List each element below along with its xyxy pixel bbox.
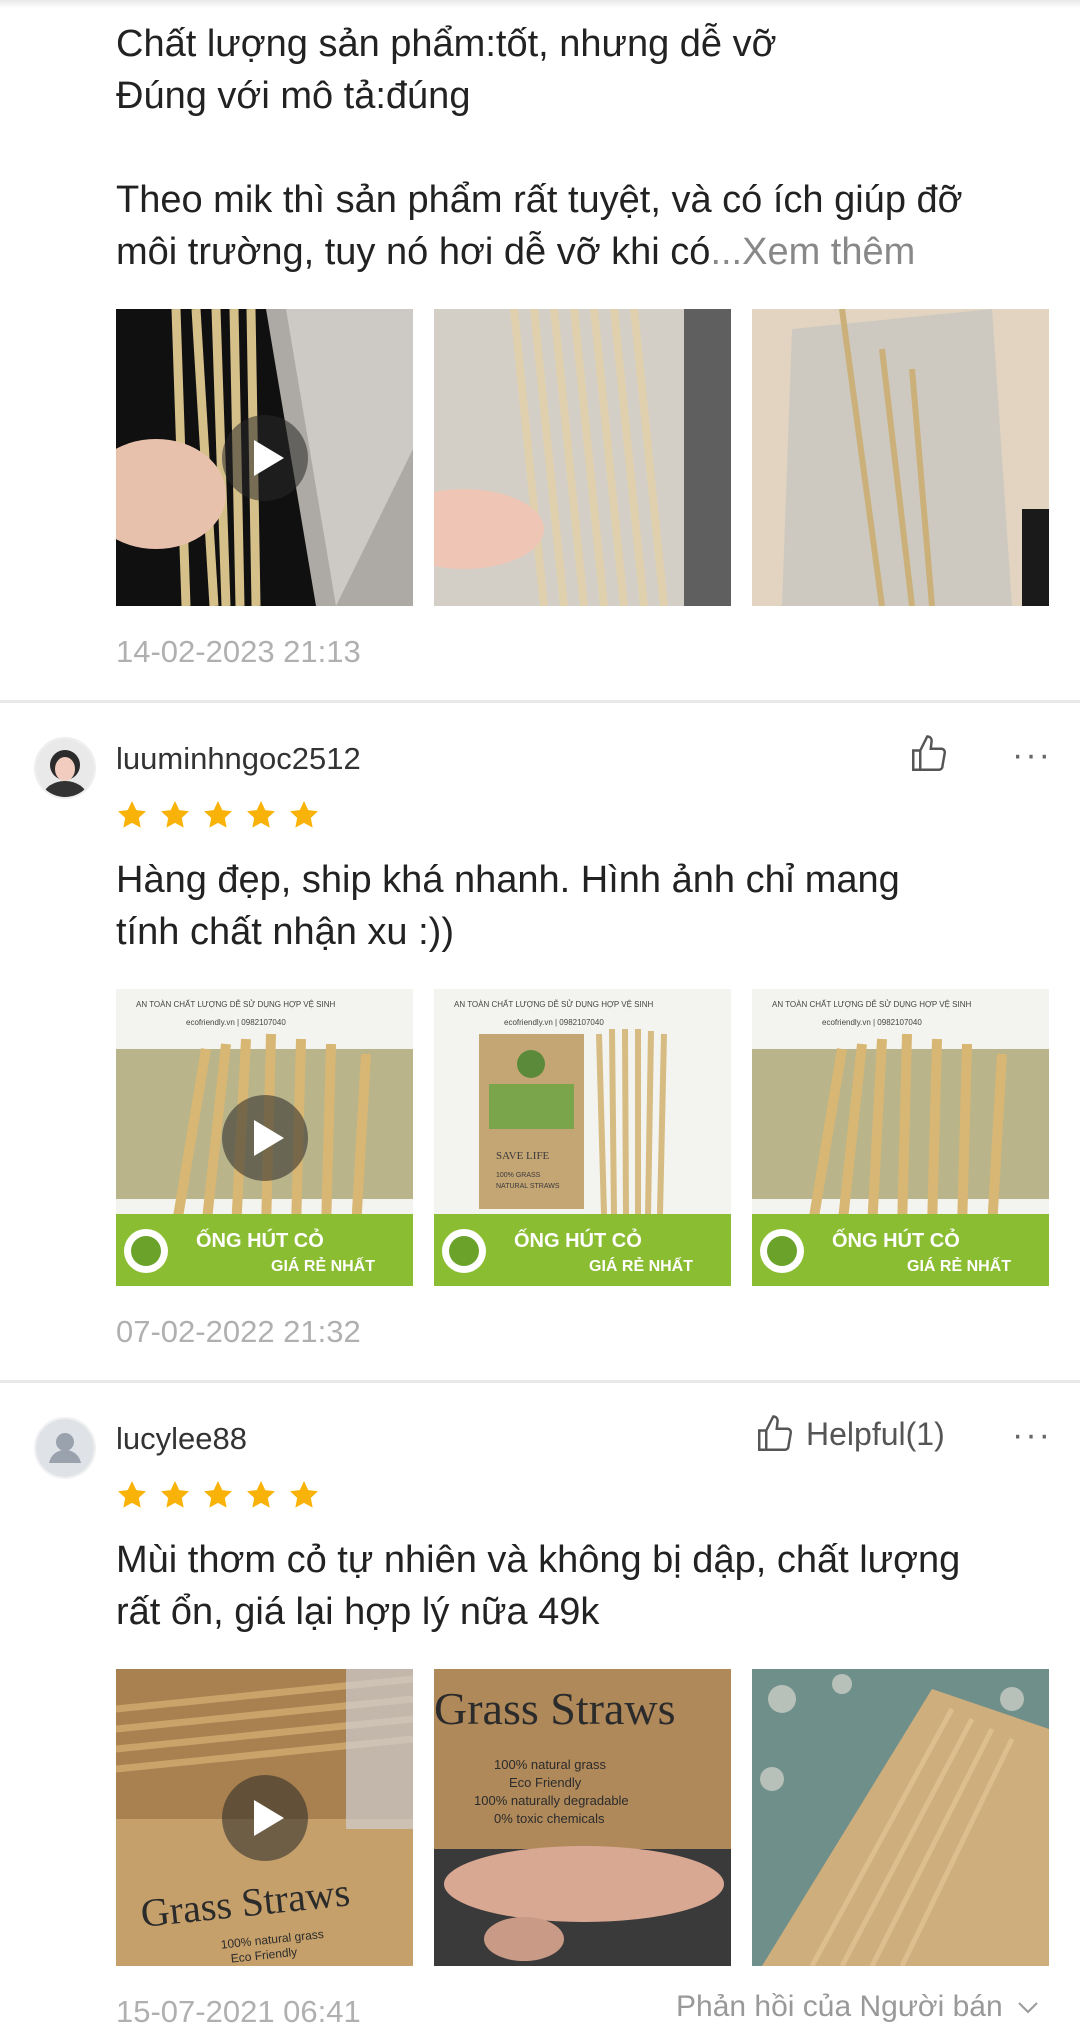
- play-icon: [222, 1095, 308, 1181]
- box-label-1: SAVE LIFE: [496, 1150, 550, 1162]
- review-image-thumbnail[interactable]: AN TOÀN CHẤT LƯỢNG DỄ SỬ DỤNG HỢP VỆ SIN…: [752, 989, 1049, 1286]
- star-icon: [161, 1481, 189, 1508]
- grass-straws-label: Grass Straws: [434, 1683, 675, 1734]
- reviewer-username[interactable]: lucylee88: [116, 1421, 247, 1457]
- review-media-row: Grass Straws 100% natural grass Eco Frie…: [116, 1669, 1049, 1966]
- review-timestamp: 07-02-2022 21:32: [116, 1314, 361, 1349]
- star-icon: [118, 801, 146, 828]
- more-options-button[interactable]: ···: [1012, 736, 1052, 775]
- chevron-down-icon: [1018, 2002, 1038, 2014]
- review-divider: [0, 1380, 1080, 1383]
- star-icon: [290, 1481, 318, 1508]
- default-user-icon: [36, 1419, 94, 1477]
- review-image-thumbnail[interactable]: [434, 309, 731, 606]
- product-subtitle: GIÁ RẺ NHẤT: [271, 1256, 375, 1275]
- box-label-2: 100% GRASS: [496, 1172, 541, 1179]
- thumbs-up-icon: [758, 1415, 792, 1451]
- star-rating: [116, 799, 320, 831]
- review-image-thumbnail[interactable]: Grass Straws 100% natural grass Eco Frie…: [434, 1669, 731, 1966]
- more-options-button[interactable]: ···: [1012, 1416, 1052, 1455]
- review-image-thumbnail[interactable]: AN TOÀN CHẤT LƯỢNG DỄ SỬ DỤNG HỢP VỆ SIN…: [434, 989, 731, 1286]
- star-icon: [290, 801, 318, 828]
- reviewer-username[interactable]: luuminhngoc2512: [116, 741, 361, 777]
- grass-straws-line-3: 100% naturally degradable: [474, 1793, 629, 1808]
- review-video-thumbnail[interactable]: Grass Straws 100% natural grass Eco Frie…: [116, 1669, 413, 1966]
- review-image-thumbnail[interactable]: [752, 1669, 1049, 1966]
- star-icon: [204, 801, 232, 828]
- box-label-3: NATURAL STRAWS: [496, 1183, 560, 1190]
- avatar[interactable]: [34, 737, 96, 799]
- banner-tags: AN TOÀN CHẤT LƯỢNG DỄ SỬ DỤNG HỢP VỆ SIN…: [136, 999, 335, 1009]
- play-icon: [222, 1775, 308, 1861]
- seller-reply-toggle[interactable]: Phản hồi của Người bán: [676, 1990, 1039, 2024]
- product-title: ỐNG HÚT CỎ: [832, 1228, 960, 1252]
- helpful-button[interactable]: Helpful(1): [754, 1413, 945, 1455]
- review-video-thumbnail[interactable]: [116, 309, 413, 606]
- play-icon: [222, 415, 308, 501]
- seller-reply-label: Phản hồi của Người bán: [676, 1990, 1003, 2023]
- star-icon: [118, 1481, 146, 1508]
- star-icon: [161, 801, 189, 828]
- helpful-count-label: Helpful(1): [806, 1415, 945, 1452]
- grass-straws-line-4: 0% toxic chemicals: [494, 1811, 605, 1826]
- helpful-button[interactable]: [908, 733, 950, 775]
- review-media-row: AN TOÀN CHẤT LƯỢNG DỄ SỬ DỤNG HỢP VỆ SIN…: [116, 989, 1049, 1286]
- thumbs-up-icon: [912, 735, 946, 771]
- avatar[interactable]: [34, 1417, 96, 1479]
- review-media-row: [116, 309, 1049, 606]
- banner-contact: ecofriendly.vn | 0982107040: [504, 1018, 604, 1027]
- grass-straws-line-2: Eco Friendly: [509, 1775, 582, 1790]
- star-icon: [204, 1481, 232, 1508]
- review-text: Mùi thơm cỏ tự nhiên và không bị dập, ch…: [116, 1539, 961, 1633]
- star-icon: [247, 801, 275, 828]
- review-divider: [0, 700, 1080, 703]
- review-video-thumbnail[interactable]: AN TOÀN CHẤT LƯỢNG DỄ SỬ DỤNG HỢP VỆ SIN…: [116, 989, 413, 1286]
- product-title: ỐNG HÚT CỎ: [514, 1228, 642, 1252]
- star-icon: [247, 1481, 275, 1508]
- banner-tags: AN TOÀN CHẤT LƯỢNG DỄ SỬ DỤNG HỢP VỆ SIN…: [454, 999, 653, 1009]
- review-image-thumbnail[interactable]: [752, 309, 1049, 606]
- review-timestamp: 14-02-2023 21:13: [116, 634, 361, 669]
- top-shadow: [0, 0, 1080, 8]
- star-rating: [116, 1479, 320, 1511]
- banner-tags: AN TOÀN CHẤT LƯỢNG DỄ SỬ DỤNG HỢP VỆ SIN…: [772, 999, 971, 1009]
- banner-contact: ecofriendly.vn | 0982107040: [186, 1018, 286, 1027]
- grass-straws-line-1: 100% natural grass: [494, 1757, 607, 1772]
- product-subtitle: GIÁ RẺ NHẤT: [589, 1256, 693, 1275]
- review-text: Chất lượng sản phẩm:tốt, nhưng dễ vỡ Đún…: [116, 23, 963, 273]
- review-timestamp: 15-07-2021 06:41: [116, 1994, 361, 2029]
- banner-contact: ecofriendly.vn | 0982107040: [822, 1018, 922, 1027]
- review-text: Hàng đẹp, ship khá nhanh. Hình ảnh chỉ m…: [116, 859, 900, 953]
- product-title: ỐNG HÚT CỎ: [196, 1228, 324, 1252]
- see-more-link[interactable]: ...Xem thêm: [710, 231, 915, 273]
- product-subtitle: GIÁ RẺ NHẤT: [907, 1256, 1011, 1275]
